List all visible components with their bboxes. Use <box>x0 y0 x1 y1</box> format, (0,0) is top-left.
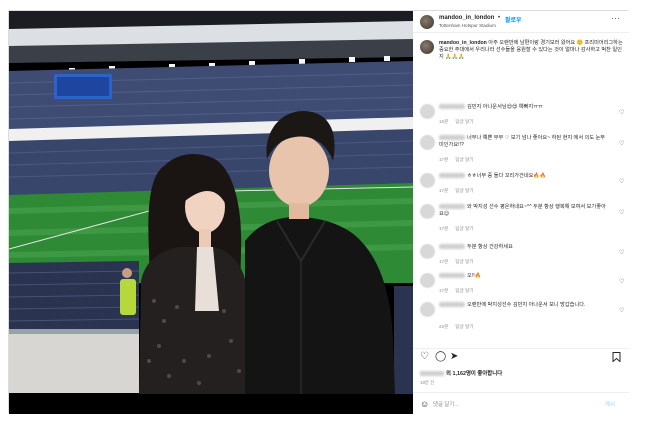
add-comment-bar: ☺ 게시 <box>413 392 629 415</box>
commenter-username-blurred <box>439 135 465 141</box>
emoji-icon[interactable]: ☺ <box>420 399 429 409</box>
post-comment-button[interactable]: 게시 <box>605 400 615 408</box>
comment-icon[interactable]: ◯ <box>435 352 446 362</box>
commenter-avatar[interactable] <box>420 244 435 259</box>
username[interactable]: mandoo_in_london <box>439 15 494 21</box>
comment-text-block: 와 박지성 선수 평온하네요~^^ 두분 항상 행복해 보여서 보기좋아요😊 <box>439 204 609 218</box>
bookmark-icon[interactable] <box>612 352 622 363</box>
commenter-avatar[interactable] <box>420 273 435 288</box>
comment-like-heart-icon[interactable]: ♡ <box>619 278 624 285</box>
comment-text: 김민지 아나운서님😍😍 예뻐지ㅠㅠ <box>467 104 543 110</box>
comment-text-block: 김민지 아나운서님😍😍 예뻐지ㅠㅠ <box>439 104 609 111</box>
comment-text: 두분 항상 건강하세요 <box>467 244 513 250</box>
commenter-username-blurred <box>439 173 465 179</box>
comment-like-heart-icon[interactable]: ♡ <box>619 209 624 216</box>
commenter-username-blurred <box>439 273 465 279</box>
comment-meta: 22분 답글 달기 <box>439 324 481 330</box>
commenter-avatar[interactable] <box>420 173 435 188</box>
comment-item: 오!!🔥 17분 답글 달기 ♡ <box>420 273 625 303</box>
more-horizontal-icon[interactable]: ··· <box>611 14 621 23</box>
comment-like-heart-icon[interactable]: ♡ <box>619 178 624 185</box>
comment-input[interactable] <box>433 400 593 409</box>
comment-text-block: 두분 항상 건강하세요 <box>439 244 609 251</box>
comment-text-block: 오랜만에 박지성선수 김민지 아나운서 보니 방갑습니다. <box>439 302 609 309</box>
commenter-avatar[interactable] <box>420 135 435 150</box>
reply-button[interactable]: 답글 달기 <box>455 259 473 264</box>
reply-button[interactable]: 답글 달기 <box>455 188 473 193</box>
post-header: mandoo_in_london • 팔로우 Tottenham Hotspur… <box>413 11 629 33</box>
bookmark-shape <box>612 352 621 363</box>
comment-time: 17분 <box>439 226 449 231</box>
comment-item: ㅎㅎ너무 중 돌다 꼬리가건네요🔥🔥 17분 답글 달기 ♡ <box>420 173 625 203</box>
comment-text-block: 너무나 예쁜 부부 ♡ 보기 넘나 좋아요~ 하된 현지 에서 의도 눈뚜미인가… <box>439 135 609 149</box>
instagram-post-card: mandoo_in_london • 팔로우 Tottenham Hotspur… <box>8 10 629 414</box>
comment-like-heart-icon[interactable]: ♡ <box>619 140 624 147</box>
liker-username-blurred <box>420 371 444 377</box>
post-actions: ♡ ◯ ➤ 외 1,162명이 좋아합니다 18분 전 ☺ 게시 <box>413 348 629 414</box>
comment-item: 너무나 예쁜 부부 ♡ 보기 넘나 좋아요~ 하된 현지 에서 의도 눈뚜미인가… <box>420 135 625 165</box>
comment-time: 17분 <box>439 288 449 293</box>
reply-button[interactable]: 답글 달기 <box>455 157 473 162</box>
likes-count[interactable]: 외 1,162명이 좋아합니다 <box>420 369 502 377</box>
comment-time: 17분 <box>439 157 449 162</box>
commenter-username-blurred <box>439 104 465 110</box>
comment-time: 22분 <box>439 324 449 329</box>
commenter-username-blurred <box>439 204 465 210</box>
reply-button[interactable]: 답글 달기 <box>455 288 473 293</box>
user-avatar[interactable] <box>420 15 434 29</box>
comment-meta: 17분 답글 달기 <box>439 157 481 163</box>
commenter-avatar[interactable] <box>420 104 435 119</box>
commenter-username-blurred <box>439 302 465 308</box>
comment-item: 김민지 아나운서님😍😍 예뻐지ㅠㅠ 15분 답글 달기 ♡ <box>420 104 625 134</box>
comment-meta: 17분 답글 달기 <box>439 259 481 265</box>
stadium-couple-photo <box>9 11 413 414</box>
follow-button[interactable]: 팔로우 <box>505 15 522 24</box>
comment-like-heart-icon[interactable]: ♡ <box>619 307 624 314</box>
comment-item: 두분 항상 건강하세요 17분 답글 달기 ♡ <box>420 244 625 274</box>
post-caption: mandoo_in_london 아주 오랜만에 남편이랑 경기보러 왔어요 ☺… <box>420 40 625 100</box>
caption-avatar[interactable] <box>420 40 434 54</box>
reply-button[interactable]: 답글 달기 <box>455 119 473 124</box>
post-photo[interactable] <box>9 11 413 414</box>
comment-item: 오랜만에 박지성선수 김민지 아나운서 보니 방갑습니다. 22분 답글 달기 ♡ <box>420 302 625 332</box>
reply-button[interactable]: 답글 달기 <box>455 324 473 329</box>
comment-meta: 17분 답글 달기 <box>439 188 481 194</box>
post-side-panel: mandoo_in_london • 팔로우 Tottenham Hotspur… <box>413 11 629 414</box>
heart-icon[interactable]: ♡ <box>420 352 430 362</box>
comment-like-heart-icon[interactable]: ♡ <box>619 249 624 256</box>
commenter-avatar[interactable] <box>420 204 435 219</box>
comment-meta: 17분 답글 달기 <box>439 288 481 294</box>
post-date: 18분 전 <box>420 380 435 385</box>
comment-time: 17분 <box>439 188 449 193</box>
reply-button[interactable]: 답글 달기 <box>455 226 473 231</box>
comment-text: 오!!🔥 <box>467 273 482 279</box>
comment-time: 17분 <box>439 259 449 264</box>
caption-text-block: mandoo_in_london 아주 오랜만에 남편이랑 경기보러 왔어요 ☺… <box>439 40 623 61</box>
commenter-username-blurred <box>439 244 465 250</box>
comment-meta: 15분 답글 달기 <box>439 119 481 125</box>
caption-username[interactable]: mandoo_in_london <box>439 40 487 46</box>
separator-dot: • <box>498 15 501 21</box>
likes-text: 외 1,162명이 좋아합니다 <box>446 371 503 377</box>
comment-time: 15분 <box>439 119 449 124</box>
comment-text: 오랜만에 박지성선수 김민지 아나운서 보니 방갑습니다. <box>467 302 586 308</box>
comment-text: ㅎㅎ너무 중 돌다 꼬리가건네요🔥🔥 <box>467 173 547 179</box>
comment-text-block: 오!!🔥 <box>439 273 609 280</box>
share-icon[interactable]: ➤ <box>450 352 460 362</box>
comment-text-block: ㅎㅎ너무 중 돌다 꼬리가건네요🔥🔥 <box>439 173 609 180</box>
commenter-avatar[interactable] <box>420 302 435 317</box>
comment-meta: 17분 답글 달기 <box>439 226 481 232</box>
comment-like-heart-icon[interactable]: ♡ <box>619 109 624 116</box>
location-link[interactable]: Tottenham Hotspur Stadium <box>439 23 496 28</box>
comment-item: 와 박지성 선수 평온하네요~^^ 두분 항상 행복해 보여서 보기좋아요😊 1… <box>420 204 625 234</box>
